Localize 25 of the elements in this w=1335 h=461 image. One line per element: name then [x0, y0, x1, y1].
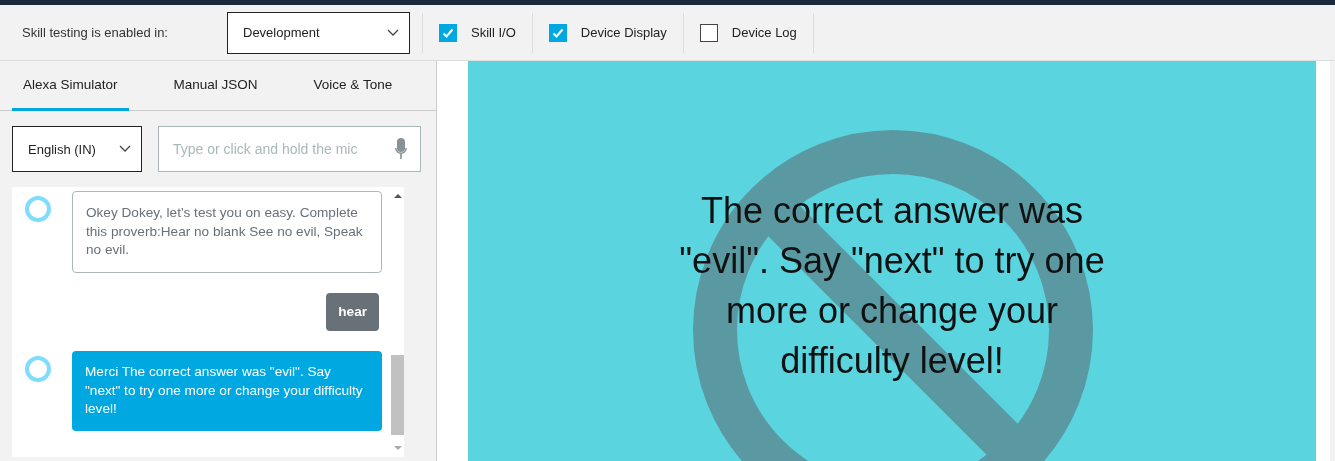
checkbox[interactable] [699, 23, 718, 42]
scrollbar-thumb[interactable] [391, 355, 404, 435]
tab[interactable]: Manual JSON [162, 61, 269, 111]
stage-dropdown[interactable]: Development [227, 11, 410, 54]
alexa-message: Okey Dokey, let's test you on easy. Complete this proverb:Hear no blank See no evil, Speak no evil. [72, 191, 382, 273]
alexa-ring-icon [24, 355, 52, 383]
checkbox-label[interactable]: Skill I/O [471, 25, 516, 40]
scroll-up-icon[interactable] [393, 193, 402, 199]
stage-label: Skill testing is enabled in: [22, 25, 169, 40]
microphone-icon[interactable] [395, 138, 407, 160]
chevron-down-icon [119, 145, 131, 153]
locale-dropdown[interactable]: English (IN) [12, 126, 142, 172]
scroll-down-icon[interactable] [393, 445, 402, 451]
checkbox[interactable] [548, 23, 567, 42]
tab[interactable]: Voice & Tone [302, 61, 404, 111]
tab[interactable]: Alexa Simulator [12, 61, 129, 111]
alexa-ring-icon [24, 195, 52, 223]
display-text: The correct answer was "evil". Say "next" to try one more or change your difficulty level! [678, 189, 1106, 383]
checkbox-label[interactable]: Device Log [731, 25, 797, 40]
checkbox-label[interactable]: Device Display [580, 25, 667, 40]
alexa-message: Merci The correct answer was "evil". Say "next" to try one more or change your difficulty level! [72, 351, 382, 431]
checkbox[interactable] [439, 23, 457, 42]
chevron-down-icon [387, 28, 399, 37]
utterance-field[interactable]: Type or click and hold the mic [158, 126, 421, 172]
user-message: hear [326, 292, 379, 331]
